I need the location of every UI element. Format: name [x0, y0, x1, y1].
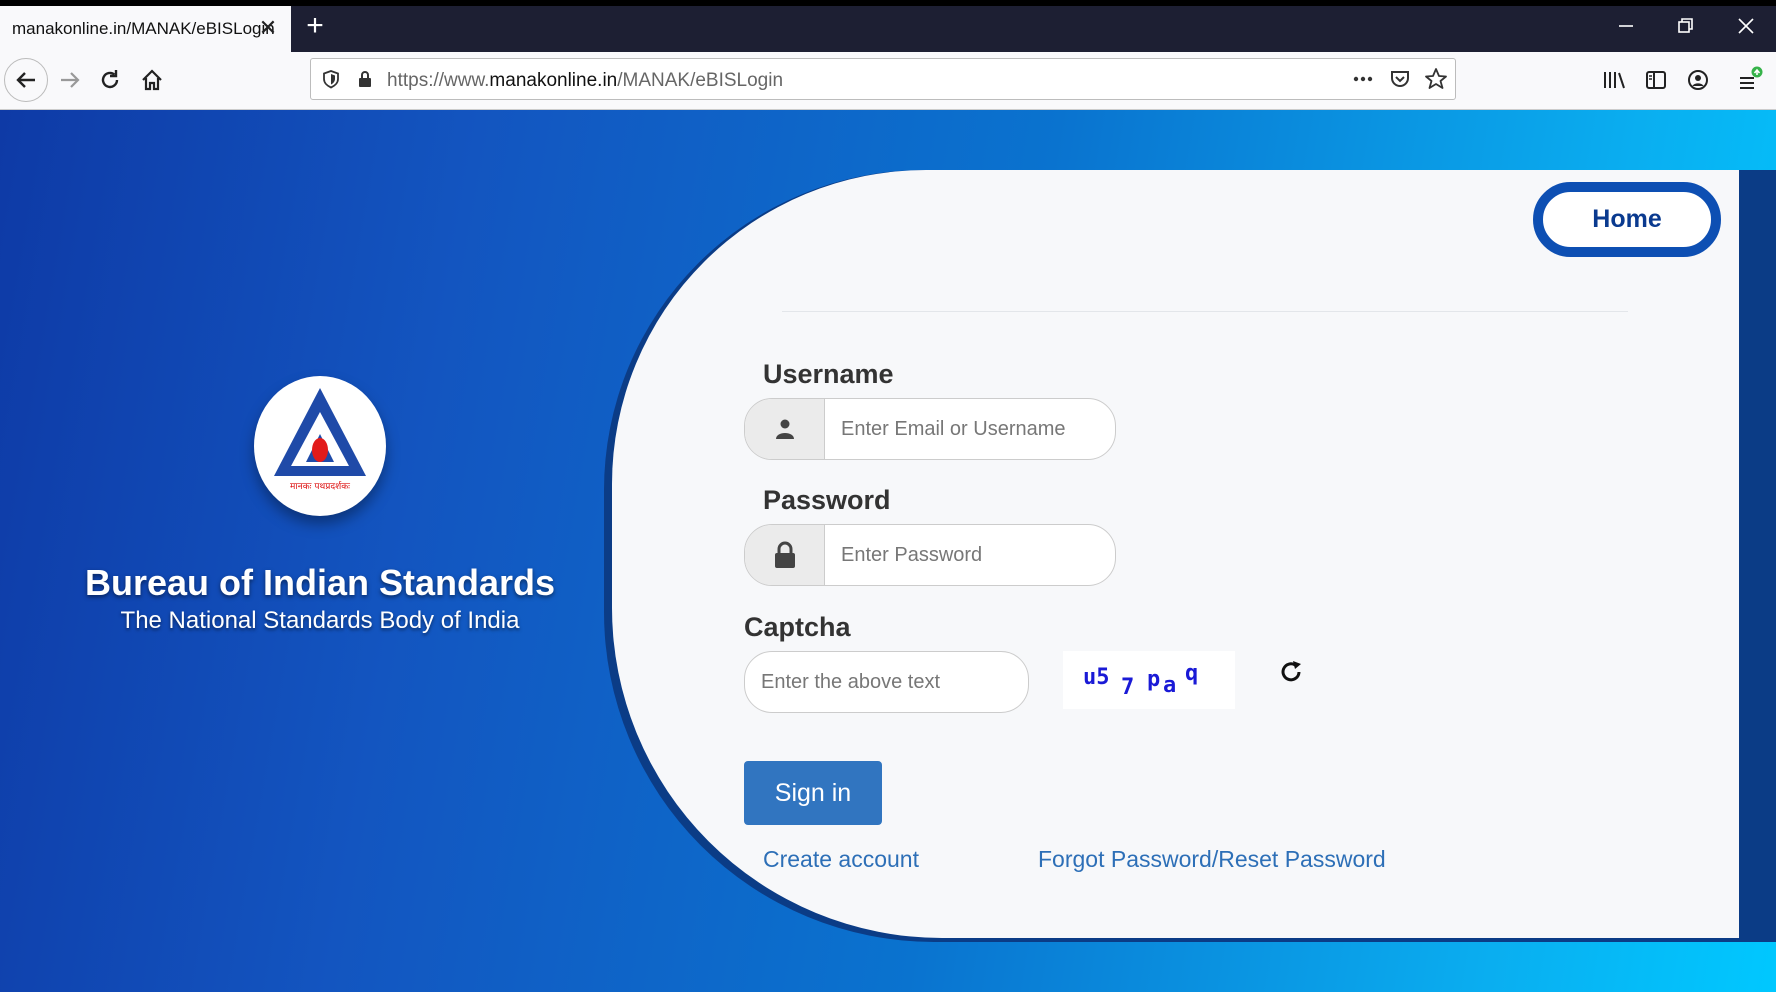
captcha-char-4: a: [1163, 673, 1177, 698]
account-icon: [1688, 70, 1708, 90]
tab-close-icon[interactable]: ✕: [257, 17, 279, 39]
reload-button[interactable]: [88, 58, 132, 102]
captcha-input[interactable]: Enter the above text: [744, 651, 1029, 713]
captcha-char-1: u5: [1083, 665, 1110, 690]
forgot-password-link[interactable]: Forgot Password/Reset Password: [1038, 846, 1386, 873]
library-icon: [1604, 72, 1625, 89]
bookmark-star-icon[interactable]: [1424, 67, 1448, 91]
url-path: /MANAK/eBISLogin: [617, 70, 784, 91]
sign-in-button[interactable]: Sign in: [744, 761, 882, 825]
captcha-refresh-icon[interactable]: [1276, 656, 1308, 688]
url-text: https://www.manakonline.in/MANAK/eBISLog…: [387, 70, 783, 92]
url-bar[interactable]: https://www.manakonline.in/MANAK/eBISLog…: [310, 58, 1456, 100]
captcha-image: u5 7 p a q: [1063, 651, 1235, 709]
menu-button[interactable]: [1728, 58, 1772, 102]
back-button[interactable]: [4, 58, 48, 102]
home-nav-button[interactable]: Home: [1533, 182, 1721, 257]
close-window-icon[interactable]: [1726, 10, 1766, 42]
url-domain: manakonline.in: [489, 70, 618, 91]
captcha-char-3: p: [1147, 667, 1161, 692]
bis-logo: मानकः पथप्रदर्शकः: [254, 376, 386, 516]
sidebar-icon: [1646, 71, 1666, 89]
navigation-toolbar: https://www.manakonline.in/MANAK/eBISLog…: [0, 52, 1776, 110]
captcha-char-5: q: [1185, 661, 1199, 686]
bis-emblem-icon: मानकः पथप्रदर्शकः: [274, 388, 366, 492]
hamburger-menu-icon: [1740, 66, 1763, 89]
logo-motto: मानकः पथप्रदर्शकः: [290, 480, 350, 492]
header-divider: [782, 311, 1628, 312]
lock-icon[interactable]: [353, 67, 377, 91]
sidebar-button[interactable]: [1634, 58, 1678, 102]
new-tab-icon[interactable]: +: [300, 11, 330, 42]
captcha-char-2: 7: [1121, 675, 1135, 700]
create-account-link[interactable]: Create account: [763, 846, 919, 873]
username-label: Username: [763, 359, 894, 389]
reload-icon: [101, 70, 119, 89]
library-button[interactable]: [1592, 58, 1636, 102]
tab-strip: manakonline.in/MANAK/eBISLogin ✕ +: [0, 0, 1776, 52]
captcha-placeholder: Enter the above text: [761, 671, 941, 693]
page-actions-icon[interactable]: [1351, 67, 1375, 91]
username-placeholder: Enter Email or Username: [841, 418, 1066, 440]
padlock-icon: [745, 525, 825, 585]
brand-subtitle: The National Standards Body of India: [120, 607, 520, 634]
password-label: Password: [763, 485, 891, 515]
forward-arrow-icon: [61, 72, 80, 88]
password-placeholder: Enter Password: [841, 544, 983, 566]
logo-circle: मानकः पथप्रदर्शकः: [254, 376, 386, 516]
username-field[interactable]: Enter Email or Username: [744, 398, 1116, 460]
account-button[interactable]: [1676, 58, 1720, 102]
password-field[interactable]: Enter Password: [744, 524, 1116, 586]
user-icon: [745, 399, 825, 459]
minimize-icon[interactable]: [1606, 10, 1646, 42]
pocket-icon[interactable]: [1388, 67, 1412, 91]
brand-title: Bureau of Indian Standards: [84, 562, 556, 603]
captcha-label: Captcha: [744, 612, 851, 642]
restore-icon[interactable]: [1666, 10, 1706, 42]
browser-window: manakonline.in/MANAK/eBISLogin ✕ + https…: [0, 0, 1776, 992]
shield-icon[interactable]: [319, 67, 343, 91]
home-button[interactable]: [130, 58, 174, 102]
tab-title: manakonline.in/MANAK/eBISLogin: [12, 19, 275, 38]
login-page: मानकः पथप्रदर्शकः Bureau of Indian Stand…: [0, 110, 1776, 992]
url-prefix: https://www.: [387, 70, 490, 91]
back-arrow-icon: [16, 72, 35, 88]
browser-tab[interactable]: manakonline.in/MANAK/eBISLogin ✕: [0, 6, 291, 52]
forward-button[interactable]: [48, 58, 92, 102]
home-icon: [142, 69, 162, 91]
